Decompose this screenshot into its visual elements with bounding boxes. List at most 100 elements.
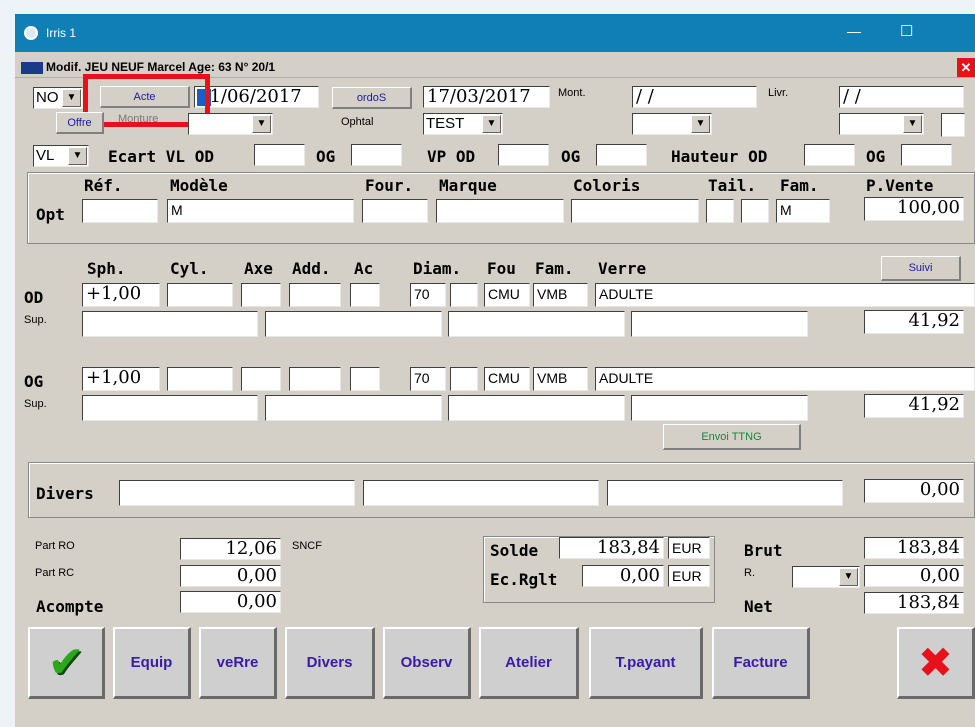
facture-button[interactable]: Facture: [712, 627, 810, 699]
chevron-down-icon[interactable]: ▼: [482, 115, 501, 133]
og-sup2-field[interactable]: [265, 395, 442, 421]
form-close-icon[interactable]: ✕: [957, 58, 975, 77]
suivi-button[interactable]: Suivi: [881, 256, 961, 281]
od-ac-field[interactable]: [350, 283, 380, 307]
og-price-field[interactable]: 41,92: [864, 394, 964, 418]
ecrglt-field[interactable]: 0,00: [582, 565, 664, 587]
status-combo[interactable]: NO ▼: [33, 87, 83, 109]
ophtal-combo[interactable]: TEST ▼: [423, 113, 503, 135]
og-verre-field[interactable]: ADULTE: [595, 367, 975, 391]
od-verre-field[interactable]: ADULTE: [595, 283, 975, 307]
od-fam-field[interactable]: VMB: [533, 283, 588, 307]
vl-combo[interactable]: VL ▼: [33, 145, 89, 167]
ordos-button[interactable]: ordoS: [332, 87, 412, 109]
od-fou-field[interactable]: CMU: [484, 283, 530, 307]
livr-combo[interactable]: ▼: [839, 113, 924, 135]
opt-tail2-field[interactable]: [741, 199, 769, 223]
ecart-og-field[interactable]: [351, 144, 402, 166]
part-rc-field[interactable]: 0,00: [180, 565, 281, 587]
solde-field[interactable]: 183,84: [559, 537, 664, 559]
acompte-field[interactable]: 0,00: [180, 591, 281, 613]
r-combo[interactable]: ▼: [792, 566, 860, 588]
app-icon: [24, 26, 38, 40]
od-sph-field[interactable]: +1,00: [82, 283, 160, 307]
og-fam-field[interactable]: VMB: [533, 367, 588, 391]
opt-ref-field[interactable]: [82, 199, 158, 223]
date1-field[interactable]: 21/06/2017: [194, 86, 319, 108]
og-sup4-field[interactable]: [631, 395, 808, 421]
tpayant-button[interactable]: T.payant: [589, 627, 703, 699]
od-diam-field[interactable]: 70: [410, 283, 446, 307]
lens-fam-header: Fam.: [535, 259, 574, 278]
brut-field[interactable]: 183,84: [864, 537, 964, 559]
opt-modele-field[interactable]: M: [167, 199, 354, 223]
lens-ac-header: Ac: [354, 259, 374, 278]
og-sup3-field[interactable]: [448, 395, 625, 421]
opt-marque-field[interactable]: [436, 199, 564, 223]
net-field[interactable]: 183,84: [864, 592, 964, 614]
divers-total-field[interactable]: 0,00: [864, 479, 964, 503]
mont-label: Mont.: [558, 87, 586, 99]
opt-tail1-field[interactable]: [706, 199, 734, 223]
divers-field-3[interactable]: [607, 480, 843, 506]
vp-og-field[interactable]: [596, 144, 647, 166]
equip-button[interactable]: Equip: [113, 627, 191, 699]
od-sup1-field[interactable]: [82, 311, 258, 337]
r-field[interactable]: 0,00: [864, 565, 964, 587]
og-sph-field[interactable]: +1,00: [82, 367, 160, 391]
chevron-down-icon[interactable]: ▼: [903, 115, 922, 133]
og-diam-field[interactable]: 70: [410, 367, 446, 391]
og-ac-field[interactable]: [350, 367, 380, 391]
og-diam2-field[interactable]: [450, 367, 478, 391]
chevron-down-icon[interactable]: ▼: [68, 147, 87, 165]
chevron-down-icon[interactable]: ▼: [839, 568, 858, 586]
og-axe-field[interactable]: [241, 367, 281, 391]
og-cyl-field[interactable]: [167, 367, 233, 391]
divers-field-2[interactable]: [363, 480, 599, 506]
monture-combo[interactable]: ▼: [188, 113, 273, 135]
atelier-button[interactable]: Atelier: [479, 627, 579, 699]
od-add-field[interactable]: [289, 283, 341, 307]
envoi-ttng-button[interactable]: Envoi TTNG: [663, 424, 801, 450]
ecrglt-label: Ec.Rglt: [490, 570, 558, 589]
vp-od-field[interactable]: [498, 144, 549, 166]
od-axe-field[interactable]: [241, 283, 281, 307]
form-icon: [21, 62, 43, 74]
opt-fam-field[interactable]: M: [776, 199, 830, 223]
opt-pvente-field[interactable]: 100,00: [864, 197, 964, 221]
cancel-button[interactable]: ✖: [897, 627, 975, 699]
mont-combo[interactable]: ▼: [632, 113, 712, 135]
ecart-od-field[interactable]: [254, 144, 305, 166]
og-sup1-field[interactable]: [82, 395, 258, 421]
observ-button[interactable]: Observ: [383, 627, 471, 699]
date2-field[interactable]: 17/03/2017: [423, 86, 550, 108]
hauteur-og-field[interactable]: [901, 144, 952, 166]
livr-checkbox[interactable]: [941, 113, 965, 137]
od-sup3-field[interactable]: [448, 311, 625, 337]
maximize-icon[interactable]: ☐: [900, 22, 913, 40]
divers-field-1[interactable]: [119, 480, 355, 506]
livr-date-field[interactable]: / /: [839, 86, 964, 108]
part-rc-label: Part RC: [35, 567, 75, 579]
chevron-down-icon[interactable]: ▼: [252, 115, 271, 133]
chevron-down-icon[interactable]: ▼: [62, 89, 81, 107]
og-sup-label: Sup.: [24, 398, 47, 410]
divers-button[interactable]: Divers: [285, 627, 375, 699]
validate-button[interactable]: ✔: [28, 627, 105, 699]
chevron-down-icon[interactable]: ▼: [691, 115, 710, 133]
od-sup4-field[interactable]: [631, 311, 808, 337]
verre-button[interactable]: veRre: [199, 627, 277, 699]
og-add-field[interactable]: [289, 367, 341, 391]
opt-coloris-field[interactable]: [571, 199, 699, 223]
offre-button[interactable]: Offre: [56, 112, 104, 134]
hauteur-od-field[interactable]: [804, 144, 855, 166]
minimize-icon[interactable]: —: [847, 23, 861, 39]
od-cyl-field[interactable]: [167, 283, 233, 307]
od-diam2-field[interactable]: [450, 283, 478, 307]
od-price-field[interactable]: 41,92: [864, 310, 964, 334]
og-fou-field[interactable]: CMU: [484, 367, 530, 391]
od-sup2-field[interactable]: [265, 311, 442, 337]
opt-four-field[interactable]: [362, 199, 428, 223]
part-ro-field[interactable]: 12,06: [180, 538, 281, 560]
mont-date-field[interactable]: / /: [632, 86, 757, 108]
